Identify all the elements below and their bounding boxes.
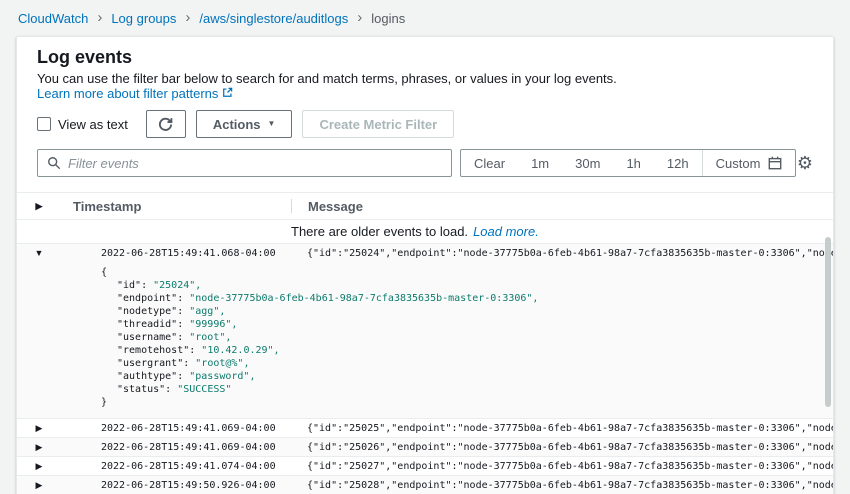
- json-open-brace: {: [101, 266, 833, 279]
- event-row-header[interactable]: ▶ 2022-06-28T15:49:41.069-04:00 {"id":"2…: [17, 438, 833, 456]
- json-close-brace: }: [101, 396, 833, 409]
- view-as-text-toggle[interactable]: View as text: [37, 117, 128, 132]
- message-column-header: Message: [292, 199, 833, 214]
- create-metric-filter-label: Create Metric Filter: [319, 117, 437, 132]
- event-message-preview: {"id":"25027","endpoint":"node-37775b0a-…: [291, 461, 833, 472]
- log-event-row: ▶ 2022-06-28T15:49:41.074-04:00 {"id":"2…: [17, 457, 833, 476]
- expand-all-icon[interactable]: ▶: [36, 202, 43, 211]
- older-events-text: There are older events to load.: [291, 224, 468, 239]
- json-pair: "id": "25024",: [101, 279, 833, 292]
- breadcrumb-item-log-groups[interactable]: Log groups: [111, 11, 176, 26]
- clear-range-button[interactable]: Clear: [461, 150, 518, 176]
- page-description: You can use the filter bar below to sear…: [17, 71, 833, 101]
- custom-range-button[interactable]: Custom: [702, 150, 796, 176]
- actions-label: Actions: [213, 117, 261, 132]
- event-timestamp: 2022-06-28T15:49:50.926-04:00: [61, 480, 291, 491]
- range-30m-button[interactable]: 30m: [562, 150, 613, 176]
- event-row-header[interactable]: ▼ 2022-06-28T15:49:41.068-04:00 {"id":"2…: [17, 244, 833, 262]
- event-timestamp: 2022-06-28T15:49:41.069-04:00: [61, 423, 291, 434]
- json-pair: "status": "SUCCESS": [101, 383, 833, 396]
- toolbar: View as text Actions ▼ Create Metric Fil…: [17, 110, 833, 138]
- json-pair: "usergrant": "root@%",: [101, 357, 833, 370]
- load-more-link[interactable]: Load more.: [473, 224, 539, 239]
- expand-row-icon[interactable]: ▶: [36, 462, 43, 471]
- refresh-button[interactable]: [146, 110, 186, 138]
- breadcrumb-item-current: logins: [371, 11, 405, 26]
- json-pair: "username": "root",: [101, 331, 833, 344]
- breadcrumb-item-cloudwatch[interactable]: CloudWatch: [18, 11, 88, 26]
- event-row-header[interactable]: ▶ 2022-06-28T15:49:50.926-04:00 {"id":"2…: [17, 476, 833, 494]
- learn-more-label: Learn more about filter patterns: [37, 86, 218, 101]
- older-events-row: There are older events to load. Load mor…: [17, 220, 833, 244]
- event-message-preview: {"id":"25026","endpoint":"node-37775b0a-…: [291, 442, 833, 453]
- view-as-text-label: View as text: [58, 117, 128, 132]
- caret-down-icon: ▼: [268, 120, 276, 128]
- custom-range-label: Custom: [716, 156, 761, 171]
- description-text: You can use the filter bar below to sear…: [37, 71, 617, 86]
- json-pair: "threadid": "99996",: [101, 318, 833, 331]
- event-message-preview: {"id":"25025","endpoint":"node-37775b0a-…: [291, 423, 833, 434]
- external-link-icon: [222, 87, 233, 98]
- refresh-icon: [158, 117, 173, 132]
- settings-gear-icon[interactable]: ⚙: [797, 154, 813, 172]
- log-event-row: ▶ 2022-06-28T15:49:50.926-04:00 {"id":"2…: [17, 476, 833, 494]
- calendar-icon: [768, 156, 782, 170]
- event-timestamp: 2022-06-28T15:49:41.074-04:00: [61, 461, 291, 472]
- timestamp-column-header: Timestamp: [61, 199, 291, 214]
- log-event-row: ▶ 2022-06-28T15:49:41.069-04:00 {"id":"2…: [17, 419, 833, 438]
- event-message-preview: {"id":"25024","endpoint":"node-37775b0a-…: [291, 248, 833, 259]
- event-row-header[interactable]: ▶ 2022-06-28T15:49:41.074-04:00 {"id":"2…: [17, 457, 833, 475]
- chevron-right-icon: ›: [185, 10, 190, 25]
- expand-row-icon[interactable]: ▶: [36, 443, 43, 452]
- log-event-row: ▶ 2022-06-28T15:49:41.069-04:00 {"id":"2…: [17, 438, 833, 457]
- time-range-group: Clear 1m 30m 1h 12h Custom: [460, 149, 796, 177]
- json-pair: "nodetype": "agg",: [101, 305, 833, 318]
- event-row-header[interactable]: ▶ 2022-06-28T15:49:41.069-04:00 {"id":"2…: [17, 419, 833, 437]
- range-12h-button[interactable]: 12h: [654, 150, 702, 176]
- json-pair: "authtype": "password",: [101, 370, 833, 383]
- log-events-table: ▶ Timestamp Message There are older even…: [17, 192, 833, 494]
- expanded-event-json: { "id": "25024", "endpoint": "node-37775…: [17, 262, 833, 418]
- breadcrumb-item-log-group-name[interactable]: /aws/singlestore/auditlogs: [199, 11, 348, 26]
- event-timestamp: 2022-06-28T15:49:41.069-04:00: [61, 442, 291, 453]
- page-title: Log events: [17, 47, 833, 68]
- view-as-text-checkbox[interactable]: [37, 117, 51, 131]
- scrollbar-thumb[interactable]: [825, 237, 831, 407]
- chevron-right-icon: ›: [97, 10, 102, 25]
- search-icon: [47, 156, 61, 170]
- expand-row-icon[interactable]: ▶: [36, 481, 43, 490]
- expand-row-icon[interactable]: ▶: [36, 424, 43, 433]
- range-1h-button[interactable]: 1h: [613, 150, 653, 176]
- log-events-panel: Log events You can use the filter bar be…: [16, 36, 834, 494]
- create-metric-filter-button[interactable]: Create Metric Filter: [302, 110, 454, 138]
- range-1m-button[interactable]: 1m: [518, 150, 562, 176]
- learn-more-link[interactable]: Learn more about filter patterns: [37, 86, 233, 101]
- json-pair: "endpoint": "node-37775b0a-6feb-4b61-98a…: [101, 292, 833, 305]
- event-message-preview: {"id":"25028","endpoint":"node-37775b0a-…: [291, 480, 833, 491]
- filter-events-input[interactable]: [68, 156, 442, 171]
- event-timestamp: 2022-06-28T15:49:41.068-04:00: [61, 248, 291, 259]
- chevron-right-icon: ›: [357, 10, 362, 25]
- log-event-row: ▼ 2022-06-28T15:49:41.068-04:00 {"id":"2…: [17, 244, 833, 419]
- actions-button[interactable]: Actions ▼: [196, 110, 293, 138]
- json-pair: "remotehost": "10.42.0.29",: [101, 344, 833, 357]
- filter-events-searchbox[interactable]: [37, 149, 452, 177]
- collapse-row-icon[interactable]: ▼: [35, 249, 44, 258]
- table-header-row: ▶ Timestamp Message: [17, 193, 833, 220]
- breadcrumb: CloudWatch › Log groups › /aws/singlesto…: [0, 0, 850, 36]
- filter-bar: Clear 1m 30m 1h 12h Custom ⚙: [17, 149, 833, 177]
